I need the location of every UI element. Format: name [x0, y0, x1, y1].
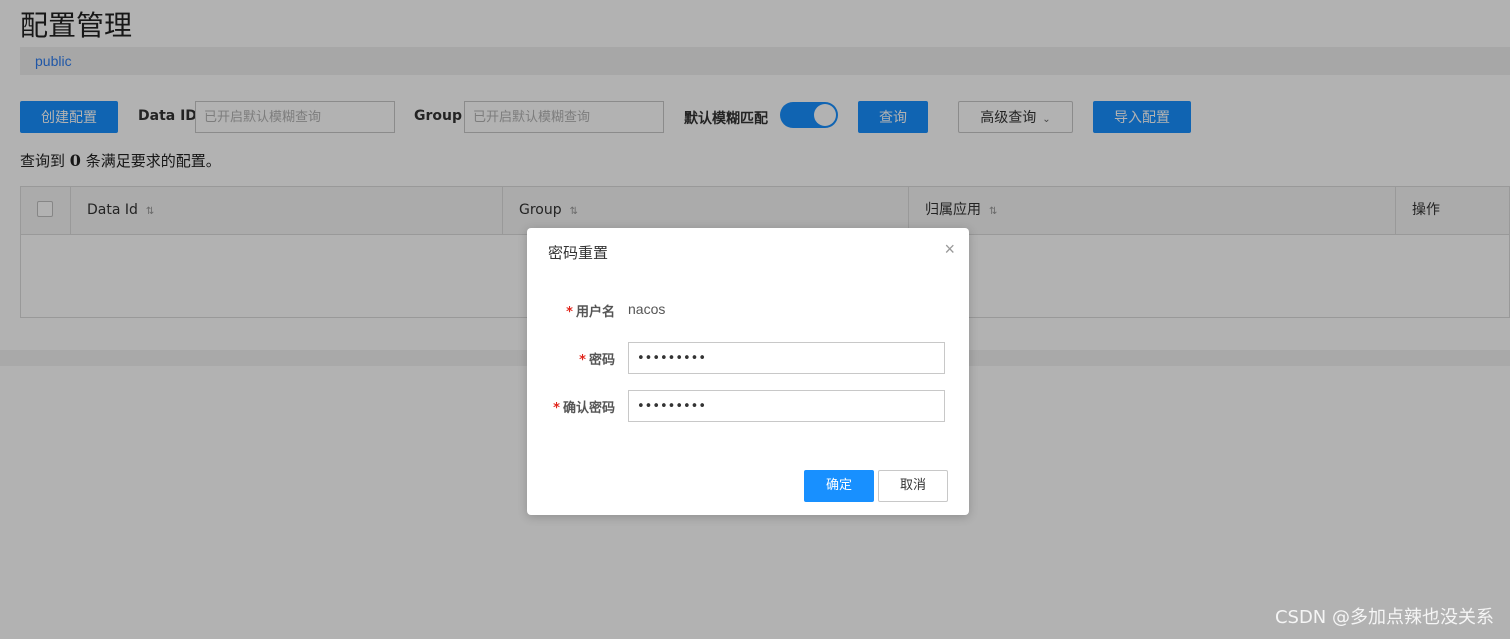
- required-marker: *: [579, 353, 586, 368]
- password-input[interactable]: [628, 342, 945, 374]
- username-value: nacos: [628, 301, 666, 317]
- username-label: * 用户名: [527, 301, 615, 320]
- password-label: * 密码: [527, 349, 615, 368]
- cancel-button[interactable]: 取消: [878, 470, 948, 502]
- ok-button[interactable]: 确定: [804, 470, 874, 502]
- watermark: CSDN @多加点辣也没关系: [1274, 607, 1494, 628]
- dialog-title: 密码重置: [548, 244, 609, 262]
- required-marker: *: [566, 305, 573, 320]
- password-label-text: 密码: [588, 353, 615, 368]
- username-label-text: 用户名: [575, 305, 615, 320]
- required-marker: *: [553, 401, 560, 416]
- close-icon[interactable]: ×: [944, 240, 955, 258]
- confirm-password-label-text: 确认密码: [562, 401, 615, 416]
- confirm-password-input[interactable]: [628, 390, 945, 422]
- confirm-password-label: * 确认密码: [527, 397, 615, 416]
- reset-password-dialog: 密码重置 × * 用户名 nacos * 密码 * 确认密码 确定 取消: [527, 228, 969, 515]
